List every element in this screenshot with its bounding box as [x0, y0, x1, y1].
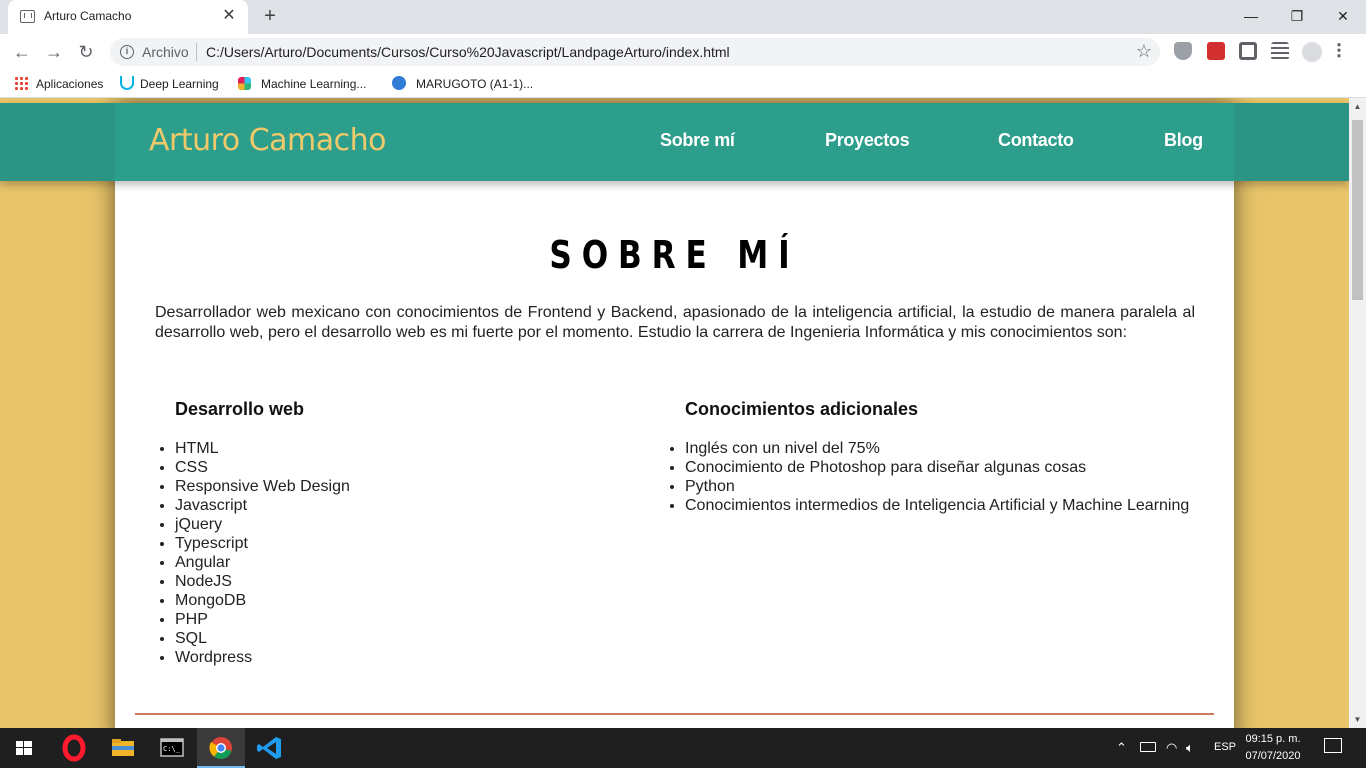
opera-icon[interactable] [50, 728, 98, 768]
address-bar[interactable]: i Archivo C:/Users/Arturo/Documents/Curs… [110, 38, 1160, 66]
about-section: SOBRE MÍ Desarrollador web mexicano con … [115, 103, 1234, 728]
bookmark-marugoto[interactable]: MARUGOTO (A1-1)... [392, 76, 533, 92]
wifi-icon[interactable]: ◠ [1166, 740, 1177, 756]
page-viewport: Arturo Camacho Sobre mí Proyectos Contac… [0, 98, 1349, 728]
volume-icon[interactable]: 🔈︎ [1186, 740, 1194, 756]
bookmark-label: Machine Learning... [261, 77, 367, 91]
shield-extension-icon[interactable] [1174, 42, 1192, 60]
scheme-label: Archivo [142, 44, 189, 60]
list-item: jQuery [175, 515, 350, 534]
info-icon[interactable]: i [120, 45, 134, 59]
web-dev-heading: Desarrollo web [175, 399, 305, 419]
list-item: Responsive Web Design [175, 477, 350, 496]
list-item: MongoDB [175, 591, 350, 610]
back-button[interactable]: ← [10, 40, 34, 64]
edge-icon [392, 76, 406, 90]
scroll-down-icon[interactable]: ▼ [1349, 711, 1366, 728]
apps-grid-icon [14, 76, 28, 90]
bookmark-deep-learning[interactable]: Deep Learning [120, 76, 219, 92]
menu-kebab-icon[interactable] [1337, 42, 1341, 58]
list-item: Wordpress [175, 648, 350, 667]
tab-strip: Arturo Camacho ✕ + — ❐ ✕ [0, 0, 1366, 34]
nav-link-contacto[interactable]: Contacto [998, 130, 1074, 151]
udacity-icon [120, 76, 134, 90]
nav-link-sobre-mi[interactable]: Sobre mí [660, 130, 735, 151]
file-explorer-icon[interactable] [99, 728, 147, 768]
section-divider [135, 713, 1214, 715]
profile-avatar[interactable] [1302, 42, 1322, 62]
intro-paragraph: Desarrollador web mexicano con conocimie… [155, 304, 1195, 341]
scroll-up-icon[interactable]: ▲ [1349, 98, 1366, 115]
list-item: PHP [175, 610, 350, 629]
section-title: SOBRE MÍ [549, 233, 800, 277]
media-queue-icon[interactable] [1271, 42, 1289, 60]
show-hidden-icons-icon[interactable]: ⌃ [1116, 740, 1127, 756]
list-item: Python [685, 477, 1189, 496]
bookmarks-bar: Aplicaciones Deep Learning Machine Learn… [0, 70, 1366, 98]
list-item: Conocimiento de Photoshop para diseñar a… [685, 458, 1189, 477]
vscode-icon[interactable] [246, 728, 294, 768]
list-item: Typescript [175, 534, 350, 553]
close-window-button[interactable]: ✕ [1320, 0, 1366, 32]
clock-date: 07/07/2020 [1245, 750, 1301, 762]
list-item: HTML [175, 439, 350, 458]
nav-link-proyectos[interactable]: Proyectos [825, 130, 910, 151]
windows-start-icon[interactable] [0, 728, 48, 768]
clock[interactable]: 09:15 p. m. 07/07/2020 [1238, 731, 1308, 765]
list-item: SQL [175, 629, 350, 648]
restore-button[interactable]: ❐ [1274, 0, 1320, 32]
terminal-icon[interactable]: C:\_ [148, 728, 196, 768]
extra-skills-heading: Conocimientos adicionales [685, 399, 919, 419]
page-favicon-icon [20, 10, 35, 23]
new-tab-button[interactable]: + [258, 4, 282, 28]
slack-icon [238, 77, 251, 90]
list-item: Angular [175, 553, 350, 572]
list-item: Conocimientos intermedios de Inteligenci… [685, 496, 1189, 515]
nav-link-blog[interactable]: Blog [1164, 130, 1203, 151]
bookmark-star-icon[interactable]: ☆ [1136, 41, 1152, 62]
chrome-icon[interactable] [197, 728, 245, 768]
list-item: NodeJS [175, 572, 350, 591]
list-item: Javascript [175, 496, 350, 515]
language-indicator[interactable]: ESP [1214, 741, 1236, 753]
tab-close-icon[interactable]: ✕ [220, 7, 238, 25]
list-item: Inglés con un nivel del 75% [685, 439, 1189, 458]
forward-button[interactable]: → [42, 40, 66, 64]
clock-time: 09:15 p. m. [1245, 733, 1301, 745]
bookmark-machine-learning[interactable]: Machine Learning... [238, 76, 366, 92]
list-item: CSS [175, 458, 350, 477]
extra-skills-list: Inglés con un nivel del 75% Conocimiento… [685, 439, 1189, 515]
windows-taskbar: C:\_ ⌃ ◠ 🔈︎ ESP 09:15 p. m. 07/07/2020 [0, 728, 1366, 768]
lastpass-extension-icon[interactable] [1207, 42, 1225, 60]
battery-icon[interactable] [1140, 742, 1156, 752]
browser-tab[interactable]: Arturo Camacho ✕ [8, 0, 248, 34]
url-separator [196, 43, 197, 61]
tab-title: Arturo Camacho [44, 9, 132, 23]
notification-center-icon[interactable] [1324, 738, 1342, 753]
scroll-thumb[interactable] [1352, 120, 1363, 300]
site-header: Arturo Camacho Sobre mí Proyectos Contac… [0, 103, 1349, 181]
browser-toolbar: ← → ↻ i Archivo C:/Users/Arturo/Document… [0, 34, 1366, 70]
url-text[interactable]: C:/Users/Arturo/Documents/Cursos/Curso%2… [206, 44, 730, 60]
web-dev-list: HTML CSS Responsive Web Design Javascrip… [175, 439, 350, 667]
page-scrollbar[interactable]: ▲ ▼ [1349, 98, 1366, 728]
bookmark-apps[interactable]: Aplicaciones [14, 76, 103, 92]
extensions-puzzle-icon[interactable] [1239, 42, 1257, 60]
svg-text:C:\_: C:\_ [163, 745, 181, 753]
reload-button[interactable]: ↻ [74, 40, 98, 64]
bookmark-label: MARUGOTO (A1-1)... [416, 77, 534, 91]
minimize-button[interactable]: — [1228, 0, 1274, 32]
site-brand[interactable]: Arturo Camacho [149, 123, 387, 158]
bookmark-label: Aplicaciones [36, 77, 104, 91]
bookmark-label: Deep Learning [140, 77, 219, 91]
